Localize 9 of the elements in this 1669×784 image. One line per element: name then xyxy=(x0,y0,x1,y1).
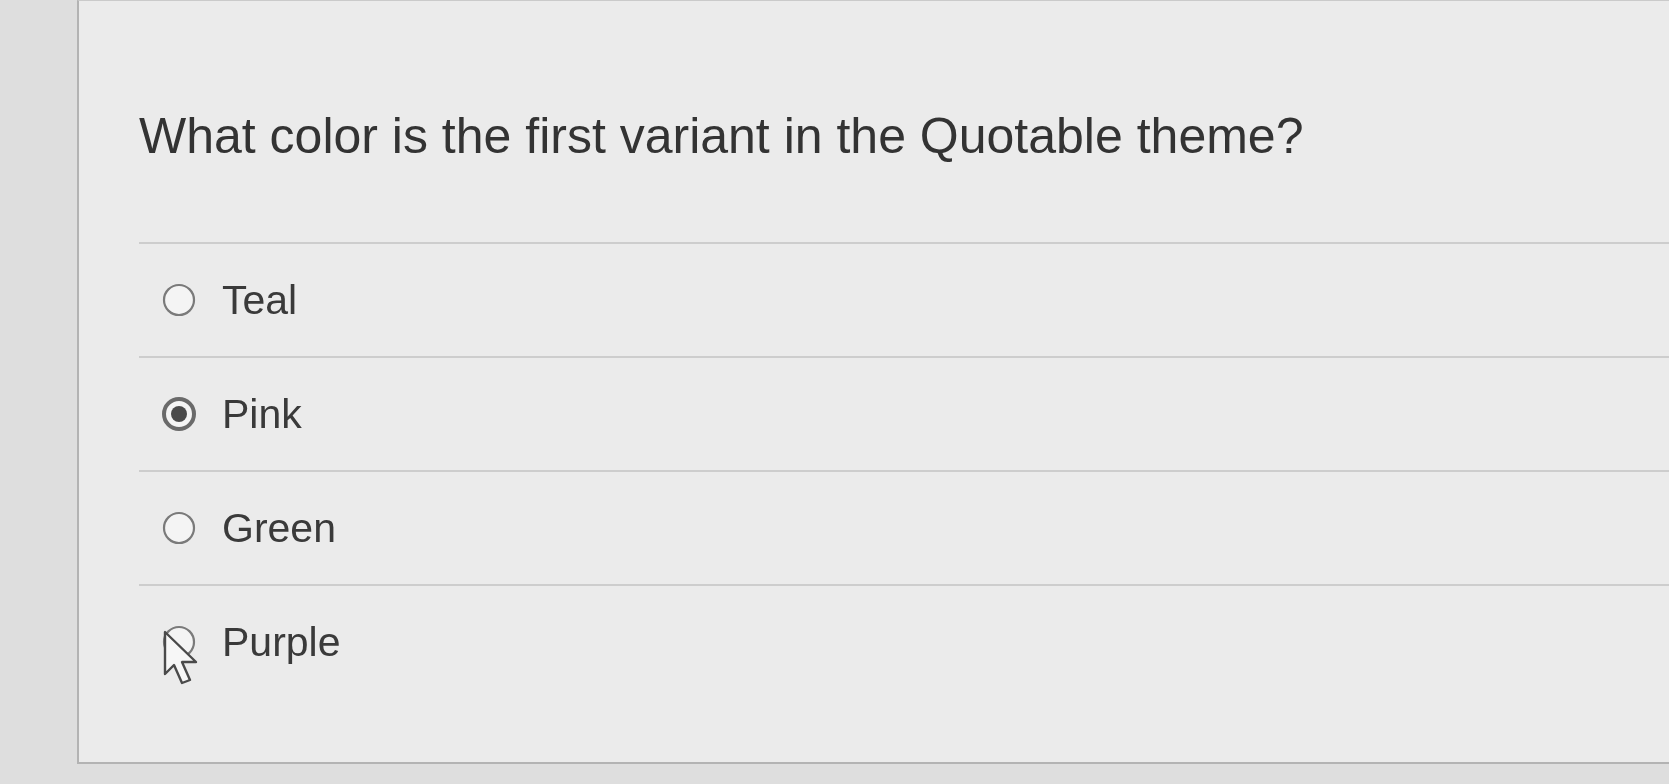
option-label[interactable]: Purple xyxy=(222,618,341,666)
radio-button[interactable] xyxy=(162,397,196,431)
option-label[interactable]: Teal xyxy=(222,276,298,324)
option-label[interactable]: Green xyxy=(222,504,336,552)
question-text: What color is the first variant in the Quotable theme? xyxy=(139,107,1305,166)
option-label[interactable]: Pink xyxy=(222,390,302,438)
radio-button[interactable] xyxy=(162,283,196,317)
mouse-pointer-icon xyxy=(163,630,199,686)
radio-button[interactable] xyxy=(162,511,196,545)
